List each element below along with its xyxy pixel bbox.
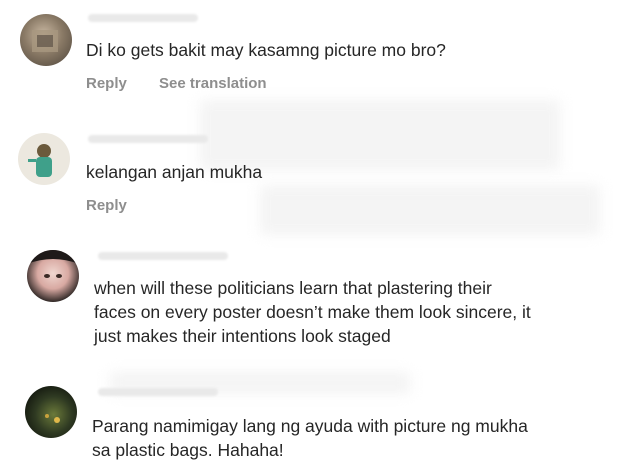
reply-button[interactable]: Reply (86, 197, 127, 214)
comment-actions: Reply See translation (86, 75, 295, 92)
see-translation-button[interactable]: See translation (159, 75, 267, 92)
username-redacted (98, 388, 218, 396)
avatar[interactable] (18, 133, 70, 185)
comment-actions: Reply (86, 197, 155, 214)
username-redacted (88, 135, 208, 143)
comment-text: kelangan anjan mukha (86, 162, 263, 182)
comment-text: Parang namimigay lang ng ayuda with pict… (92, 416, 528, 460)
avatar-image-icon (45, 414, 60, 423)
blur-region (260, 185, 600, 235)
avatar-image-icon (28, 144, 52, 177)
avatar-image-icon (27, 250, 79, 278)
avatar[interactable] (20, 14, 72, 66)
avatar[interactable] (27, 250, 79, 302)
reply-button[interactable]: Reply (86, 75, 127, 92)
username-redacted (98, 252, 228, 260)
avatar[interactable] (25, 386, 77, 438)
comment-text: when will these politicians learn that p… (94, 278, 531, 346)
comment-text: Di ko gets bakit may kasamng picture mo … (86, 40, 446, 60)
avatar-image-icon (32, 30, 58, 52)
username-redacted (88, 14, 198, 22)
